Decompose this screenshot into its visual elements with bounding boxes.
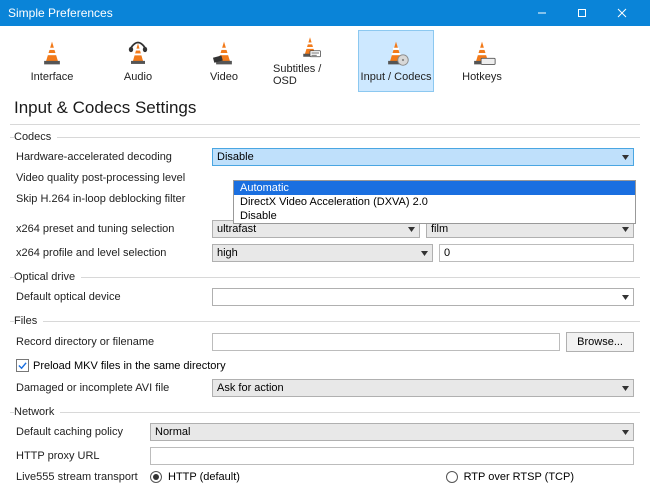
preload-mkv-checkbox[interactable] <box>16 359 29 372</box>
close-button[interactable] <box>602 0 642 26</box>
x264-profile-label: x264 profile and level selection <box>16 247 206 259</box>
hw-decode-label: Hardware-accelerated decoding <box>16 151 206 163</box>
group-header-files: Files <box>10 313 640 329</box>
film-cone-icon <box>210 39 238 67</box>
tab-label: Input / Codecs <box>361 71 432 83</box>
network-group: Network Default caching policy Normal HT… <box>10 404 640 486</box>
radio-rtsp[interactable] <box>446 471 458 483</box>
tab-label: Video <box>210 71 238 83</box>
hw-decode-dropdown[interactable]: Automatic DirectX Video Acceleration (DX… <box>233 180 636 224</box>
group-header-network: Network <box>10 404 640 420</box>
page-title: Input & Codecs Settings <box>0 92 650 124</box>
row-proxy: HTTP proxy URL <box>10 444 640 468</box>
record-input[interactable] <box>212 333 560 351</box>
tab-audio[interactable]: Audio <box>100 30 176 92</box>
chevron-down-icon <box>622 151 629 163</box>
proxy-input[interactable] <box>150 447 634 465</box>
files-group: Files Record directory or filename Brows… <box>10 313 640 400</box>
chevron-down-icon <box>622 382 629 394</box>
chevron-down-icon <box>622 426 629 438</box>
select-value: Normal <box>155 426 190 438</box>
hw-decode-select[interactable]: Disable <box>212 148 634 166</box>
group-header-codecs: Codecs <box>10 129 640 145</box>
tab-label: Audio <box>124 71 152 83</box>
spin-value: 0 <box>444 247 450 259</box>
radio-http-label: HTTP (default) <box>168 471 240 483</box>
browse-button[interactable]: Browse... <box>566 332 634 352</box>
optical-group: Optical drive Default optical device <box>10 269 640 309</box>
tab-label: Hotkeys <box>462 71 502 83</box>
tab-subtitles[interactable]: Subtitles / OSD <box>272 30 348 92</box>
minimize-button[interactable] <box>522 0 562 26</box>
disc-cone-icon <box>382 39 410 67</box>
divider <box>10 124 640 125</box>
cone-icon <box>38 39 66 67</box>
radio-http[interactable] <box>150 471 162 483</box>
titlebar-title: Simple Preferences <box>8 6 522 20</box>
radio-rtsp-label: RTP over RTSP (TCP) <box>464 471 574 483</box>
category-tabs: Interface Audio Video Subtitles / OSD In… <box>0 26 650 92</box>
row-live555: Live555 stream transport HTTP (default) … <box>10 468 640 486</box>
titlebar: Simple Preferences <box>0 0 650 26</box>
select-value: Ask for action <box>217 382 284 394</box>
row-x264-profile: x264 profile and level selection high 0 <box>10 241 640 265</box>
row-optical-default: Default optical device <box>10 285 640 309</box>
dropdown-option-disable[interactable]: Disable <box>234 209 635 223</box>
check-icon <box>18 361 27 370</box>
chevron-down-icon <box>622 223 629 235</box>
maximize-button[interactable] <box>562 0 602 26</box>
chevron-down-icon <box>408 223 415 235</box>
dropdown-option-automatic[interactable]: Automatic <box>234 181 635 195</box>
select-value: ultrafast <box>217 223 256 235</box>
x264-level-spinbox[interactable]: 0 <box>439 244 634 262</box>
select-value: high <box>217 247 238 259</box>
row-avi-damaged: Damaged or incomplete AVI file Ask for a… <box>10 376 640 400</box>
proxy-label: HTTP proxy URL <box>16 450 144 462</box>
row-preload-mkv: Preload MKV files in the same directory <box>10 355 640 376</box>
live555-label: Live555 stream transport <box>16 471 144 483</box>
keyboard-cone-icon <box>468 39 496 67</box>
optical-default-select[interactable] <box>212 288 634 306</box>
caching-select[interactable]: Normal <box>150 423 634 441</box>
subtitles-cone-icon <box>296 35 324 59</box>
tab-label: Subtitles / OSD <box>273 63 347 87</box>
avi-label: Damaged or incomplete AVI file <box>16 382 206 394</box>
select-value: Disable <box>217 151 254 163</box>
tab-hotkeys[interactable]: Hotkeys <box>444 30 520 92</box>
tab-video[interactable]: Video <box>186 30 262 92</box>
row-hw-decode: Hardware-accelerated decoding Disable <box>10 145 640 169</box>
preload-label: Preload MKV files in the same directory <box>33 360 226 372</box>
tab-input-codecs[interactable]: Input / Codecs <box>358 30 434 92</box>
row-record-dir: Record directory or filename Browse... <box>10 329 640 355</box>
dropdown-option-dxva[interactable]: DirectX Video Acceleration (DXVA) 2.0 <box>234 195 635 209</box>
group-header-optical: Optical drive <box>10 269 640 285</box>
record-label: Record directory or filename <box>16 336 206 348</box>
chevron-down-icon <box>622 291 629 303</box>
tab-label: Interface <box>31 71 74 83</box>
avi-select[interactable]: Ask for action <box>212 379 634 397</box>
caching-label: Default caching policy <box>16 426 144 438</box>
skip-label: Skip H.264 in-loop deblocking filter <box>16 193 206 205</box>
optical-default-label: Default optical device <box>16 291 206 303</box>
select-value: film <box>431 223 448 235</box>
x264-preset-label: x264 preset and tuning selection <box>16 223 206 235</box>
chevron-down-icon <box>421 247 428 259</box>
row-caching: Default caching policy Normal <box>10 420 640 444</box>
headphones-cone-icon <box>124 39 152 67</box>
window-controls <box>522 0 642 26</box>
x264-profile-select[interactable]: high <box>212 244 433 262</box>
vq-label: Video quality post-processing level <box>16 172 206 184</box>
tab-interface[interactable]: Interface <box>14 30 90 92</box>
